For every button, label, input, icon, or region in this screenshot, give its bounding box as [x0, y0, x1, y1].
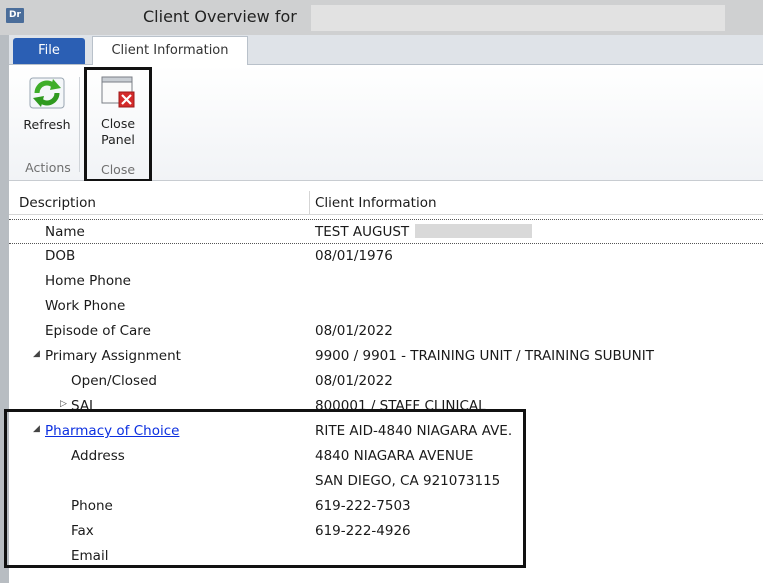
expand-triangle-icon[interactable]: ▷: [60, 399, 67, 409]
refresh-icon: [29, 77, 65, 109]
close-panel-icon: [101, 76, 135, 108]
ribbon-group-actions: Refresh Actions: [13, 69, 83, 177]
row-description: Work Phone: [45, 298, 126, 314]
ribbon-group-close: Close Panel Close: [84, 67, 152, 182]
tab-client-information[interactable]: Client Information: [92, 36, 248, 66]
table-row[interactable]: ◢ Primary Assignment 9900 / 9901 - TRAIN…: [9, 344, 763, 369]
table-row[interactable]: Name TEST AUGUST: [9, 219, 763, 244]
row-description: Name: [45, 224, 85, 240]
column-header-description[interactable]: Description: [19, 195, 96, 211]
tab-file[interactable]: File: [13, 38, 85, 64]
pharmacy-highlight-box: [4, 409, 526, 568]
row-description: Episode of Care: [45, 323, 151, 339]
title-bar: Dr Client Overview for: [0, 0, 763, 35]
row-value: 08/01/1976: [315, 248, 393, 264]
ribbon: Refresh Actions Close Panel Close: [9, 65, 763, 182]
table-row[interactable]: Home Phone: [9, 269, 763, 294]
redacted-last-name: [415, 224, 533, 238]
close-group-label: Close: [100, 162, 136, 177]
collapse-triangle-icon[interactable]: ◢: [33, 349, 40, 359]
close-panel-label-line2: Panel: [101, 132, 135, 147]
client-name-value: TEST AUGUST: [315, 224, 410, 240]
column-divider[interactable]: [309, 191, 310, 215]
refresh-button[interactable]: Refresh: [15, 75, 79, 133]
row-value: 9900 / 9901 - TRAINING UNIT / TRAINING S…: [315, 348, 655, 364]
column-header-client-information[interactable]: Client Information: [315, 195, 437, 211]
table-row[interactable]: Open/Closed 08/01/2022: [9, 369, 763, 394]
actions-group-label: Actions: [25, 160, 71, 175]
refresh-label: Refresh: [23, 117, 71, 132]
row-description: Open/Closed: [71, 373, 157, 389]
row-description: Primary Assignment: [45, 348, 181, 364]
grid-header: Description Client Information: [9, 191, 763, 215]
close-panel-button[interactable]: Close Panel: [89, 74, 147, 148]
close-panel-label-line1: Close: [100, 116, 136, 131]
row-description: DOB: [45, 248, 76, 264]
group-divider: [79, 77, 80, 172]
row-value: TEST AUGUST: [315, 224, 533, 240]
app-icon: Dr: [6, 8, 24, 23]
row-value: 08/01/2022: [315, 373, 393, 389]
redacted-client-name: [311, 5, 725, 31]
table-row[interactable]: Episode of Care 08/01/2022: [9, 319, 763, 344]
table-row[interactable]: Work Phone: [9, 294, 763, 319]
table-row[interactable]: DOB 08/01/1976: [9, 244, 763, 269]
window-title: Client Overview for: [143, 7, 297, 26]
row-description: Home Phone: [45, 273, 131, 289]
ribbon-tab-row: File Client Information: [9, 35, 763, 66]
row-value: 08/01/2022: [315, 323, 393, 339]
